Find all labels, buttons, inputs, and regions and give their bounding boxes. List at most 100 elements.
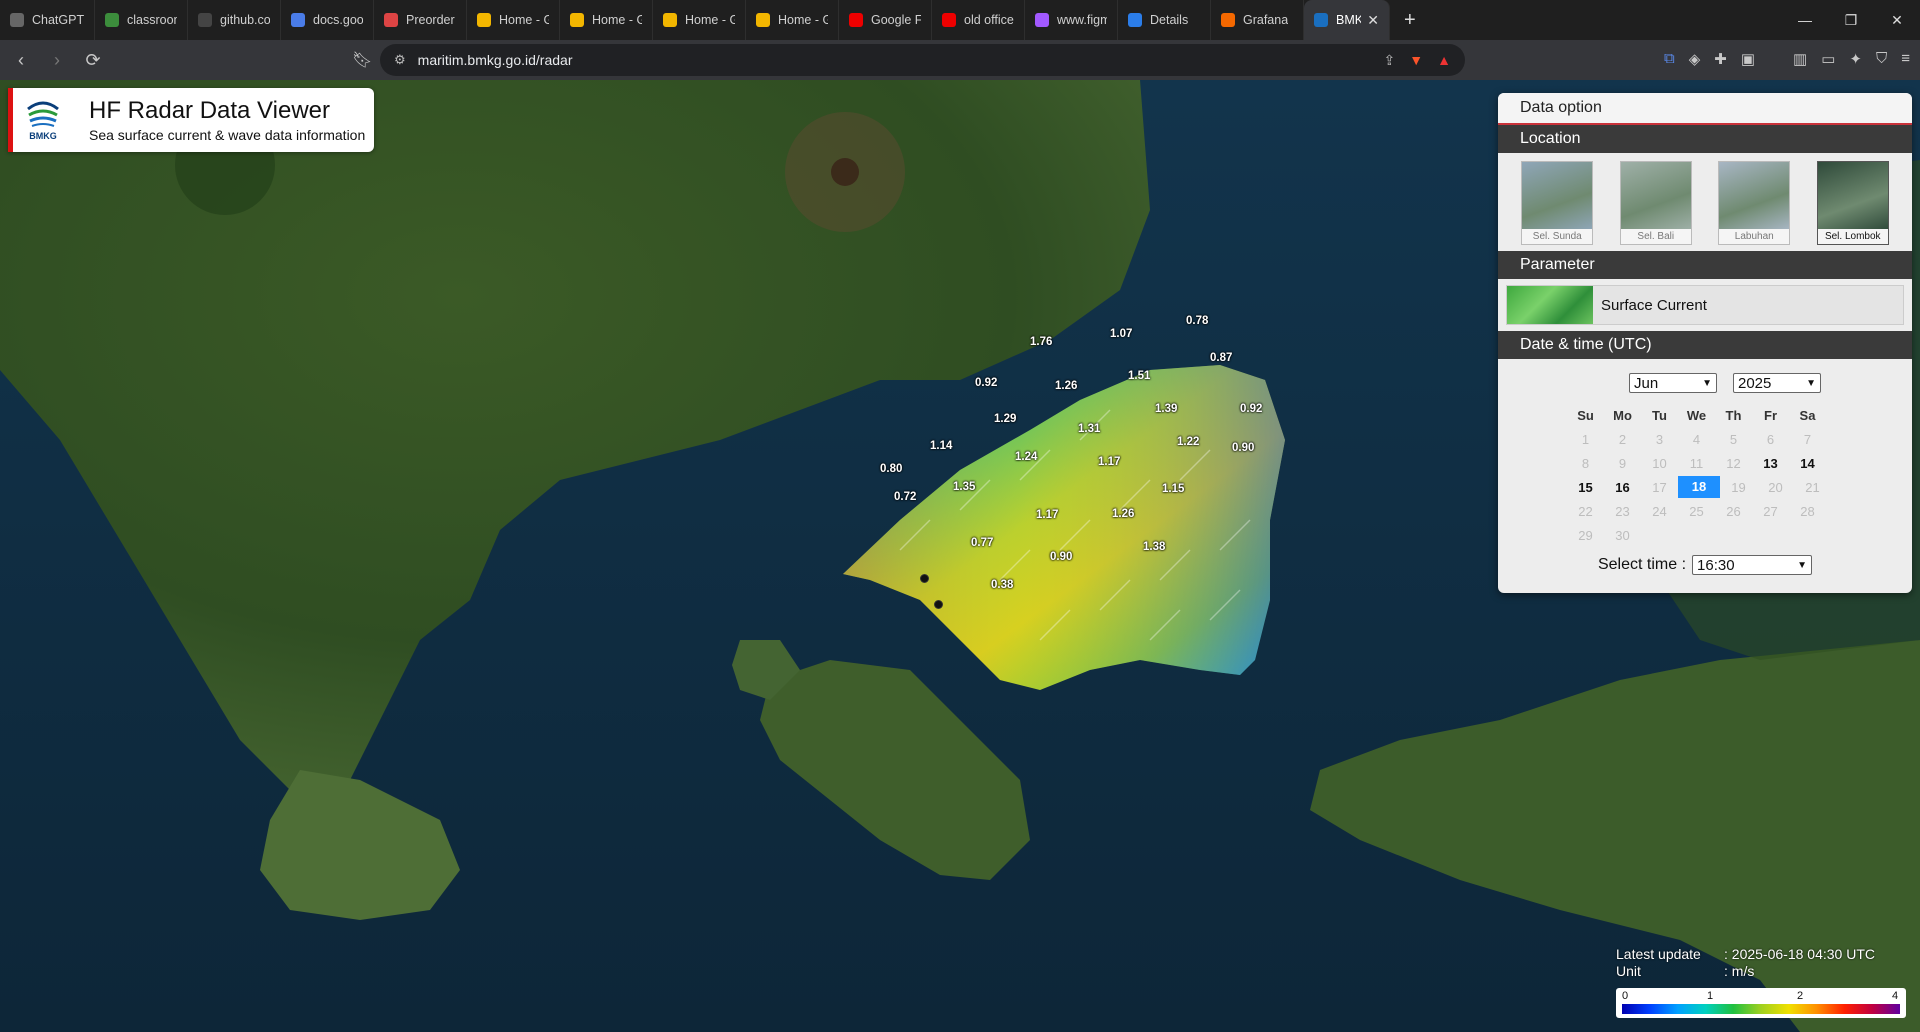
- calendar-day-selected[interactable]: 18: [1678, 476, 1720, 498]
- calendar-day-disabled: 29: [1578, 527, 1593, 543]
- restore-icon[interactable]: ❐: [1828, 12, 1874, 29]
- tab-label: BMKG |: [1336, 13, 1361, 27]
- site-settings-icon[interactable]: ⚙︎: [394, 52, 406, 68]
- close-window-icon[interactable]: ✕: [1874, 12, 1920, 29]
- brave-rewards-icon[interactable]: ▲: [1437, 52, 1451, 68]
- translate-icon[interactable]: ⧉: [1664, 50, 1675, 68]
- browser-tab[interactable]: Home - Goo: [653, 0, 746, 40]
- weekday-header: Th: [1725, 407, 1742, 423]
- youtube-icon: [942, 13, 956, 27]
- browser-tab[interactable]: Home - Goo: [467, 0, 560, 40]
- weekday-header: Tu: [1652, 407, 1667, 423]
- tab-label: Home - Goo: [778, 13, 828, 27]
- parameter-option-surface-current[interactable]: Surface Current: [1506, 285, 1904, 325]
- wallet-icon[interactable]: ▭: [1821, 50, 1835, 68]
- time-value: 16:30: [1697, 556, 1735, 574]
- current-speed-label: 0.77: [971, 537, 994, 549]
- calendar-day[interactable]: 13: [1752, 456, 1789, 471]
- browser-tab[interactable]: www.figma.: [1025, 0, 1118, 40]
- back-icon[interactable]: ‹: [6, 50, 36, 71]
- color-scale-tick: 0: [1622, 990, 1629, 1002]
- radar-station-marker[interactable]: [934, 600, 943, 609]
- map-view[interactable]: 1.76 1.07 0.78 0.87 0.92 1.26 1.51 1.29 1.39 0.92…: [0, 80, 1920, 1032]
- calendar-day-disabled: 8: [1581, 455, 1590, 471]
- browser-tab[interactable]: github.com: [188, 0, 281, 40]
- github-icon: [198, 13, 212, 27]
- menu-icon[interactable]: ≡: [1901, 50, 1910, 68]
- leo-ai-icon[interactable]: ✦: [1849, 50, 1862, 68]
- calendar-day-disabled: 20: [1768, 479, 1783, 495]
- password-icon[interactable]: ◈: [1689, 50, 1701, 68]
- location-option[interactable]: Labuhan: [1718, 161, 1791, 245]
- calendar-day-disabled: 5: [1729, 431, 1738, 447]
- datetime-heading: Date & time (UTC): [1498, 331, 1912, 359]
- chevron-down-icon: ▼: [1806, 377, 1816, 389]
- extensions-icon[interactable]: ✚: [1714, 50, 1727, 68]
- url-text[interactable]: maritim.bmkg.go.id/radar: [418, 52, 573, 68]
- screenshot-icon[interactable]: ▣: [1741, 50, 1755, 68]
- location-option[interactable]: Sel. Bali: [1619, 161, 1692, 245]
- calendar-day-disabled: 9: [1618, 455, 1627, 471]
- browser-tab[interactable]: Home - Goo: [560, 0, 653, 40]
- address-bar[interactable]: ⚙︎ maritim.bmkg.go.id/radar ⇪ ▼ ▲: [380, 44, 1465, 76]
- browser-tab[interactable]: Google Fire: [839, 0, 932, 40]
- location-map-thumbnail: [1719, 162, 1790, 230]
- bookmark-icon[interactable]: 🔖︎: [352, 50, 372, 70]
- browser-tab[interactable]: Grafana: [1211, 0, 1304, 40]
- calendar-day-disabled: 4: [1692, 431, 1701, 447]
- drive-icon: [477, 13, 491, 27]
- current-speed-label: 1.76: [1030, 336, 1053, 348]
- browser-tab[interactable]: Preorder Ce: [374, 0, 467, 40]
- browser-tab[interactable]: docs.google: [281, 0, 374, 40]
- month-value: Jun: [1634, 374, 1659, 392]
- browser-tab[interactable]: old office -: [932, 0, 1025, 40]
- sidebar-icon[interactable]: ▥: [1793, 50, 1807, 68]
- year-select[interactable]: 2025 ▼: [1733, 373, 1821, 393]
- browser-tab[interactable]: BMKG |✕: [1304, 0, 1390, 40]
- vpn-icon[interactable]: ⛉: [1876, 50, 1887, 68]
- radar-station-marker[interactable]: [920, 574, 929, 583]
- month-select[interactable]: Jun ▼: [1629, 373, 1717, 393]
- calendar-day-disabled: 30: [1615, 527, 1630, 543]
- new-tab-icon[interactable]: +: [1390, 9, 1430, 32]
- calendar-day[interactable]: 16: [1604, 480, 1641, 495]
- browser-tab[interactable]: classroom.g: [95, 0, 188, 40]
- calendar-day[interactable]: 14: [1789, 456, 1826, 471]
- tab-label: Grafana: [1243, 13, 1289, 27]
- browser-tab[interactable]: ChatGPT: [0, 0, 95, 40]
- close-tab-icon[interactable]: ✕: [1361, 12, 1379, 29]
- map-legend: Latest update: 2025-06-18 04:30 UTC Unit…: [1616, 946, 1906, 1030]
- app-header: BMKG HF Radar Data Viewer Sea surface cu…: [8, 88, 374, 152]
- location-option[interactable]: Sel. Sunda: [1521, 161, 1594, 245]
- browser-tab-strip: ChatGPT classroom.g github.com docs.google P…: [0, 0, 1920, 40]
- brave-shields-icon[interactable]: ▼: [1409, 52, 1423, 68]
- calendar-day-disabled: 28: [1800, 503, 1815, 519]
- reload-icon[interactable]: ⟳: [78, 50, 108, 71]
- weekday-header: Sa: [1799, 407, 1816, 423]
- panel-title[interactable]: Data option: [1498, 93, 1912, 125]
- browser-toolbar: ‹ › ⟳ 🔖︎ ⚙︎ maritim.bmkg.go.id/radar ⇪ ▼…: [0, 40, 1920, 80]
- location-map-thumbnail: [1522, 162, 1593, 230]
- bmkg-logo-icon: [27, 101, 59, 127]
- tab-label: www.figma.: [1057, 13, 1107, 27]
- weekday-header: Fr: [1764, 407, 1777, 423]
- current-speed-label: 1.15: [1162, 483, 1185, 495]
- current-speed-label: 1.14: [930, 440, 953, 452]
- minimize-icon[interactable]: —: [1782, 12, 1828, 29]
- calendar-day-disabled: 17: [1652, 479, 1667, 495]
- location-option[interactable]: Sel. Lombok: [1816, 161, 1889, 245]
- drive-icon: [756, 13, 770, 27]
- tab-label: Home - Goo: [685, 13, 735, 27]
- browser-tab[interactable]: Details: [1118, 0, 1211, 40]
- calendar-day[interactable]: 15: [1567, 480, 1604, 495]
- tab-label: old office -: [964, 13, 1014, 27]
- drive-icon: [570, 13, 584, 27]
- time-select[interactable]: 16:30 ▼: [1692, 555, 1813, 575]
- current-speed-label: 1.51: [1128, 370, 1151, 382]
- forward-icon[interactable]: ›: [42, 50, 72, 71]
- browser-tab[interactable]: Home - Goo: [746, 0, 839, 40]
- location-name: Sel. Lombok: [1817, 229, 1888, 244]
- share-icon[interactable]: ⇪: [1384, 52, 1396, 69]
- year-value: 2025: [1738, 374, 1772, 392]
- current-speed-label: 1.29: [994, 413, 1017, 425]
